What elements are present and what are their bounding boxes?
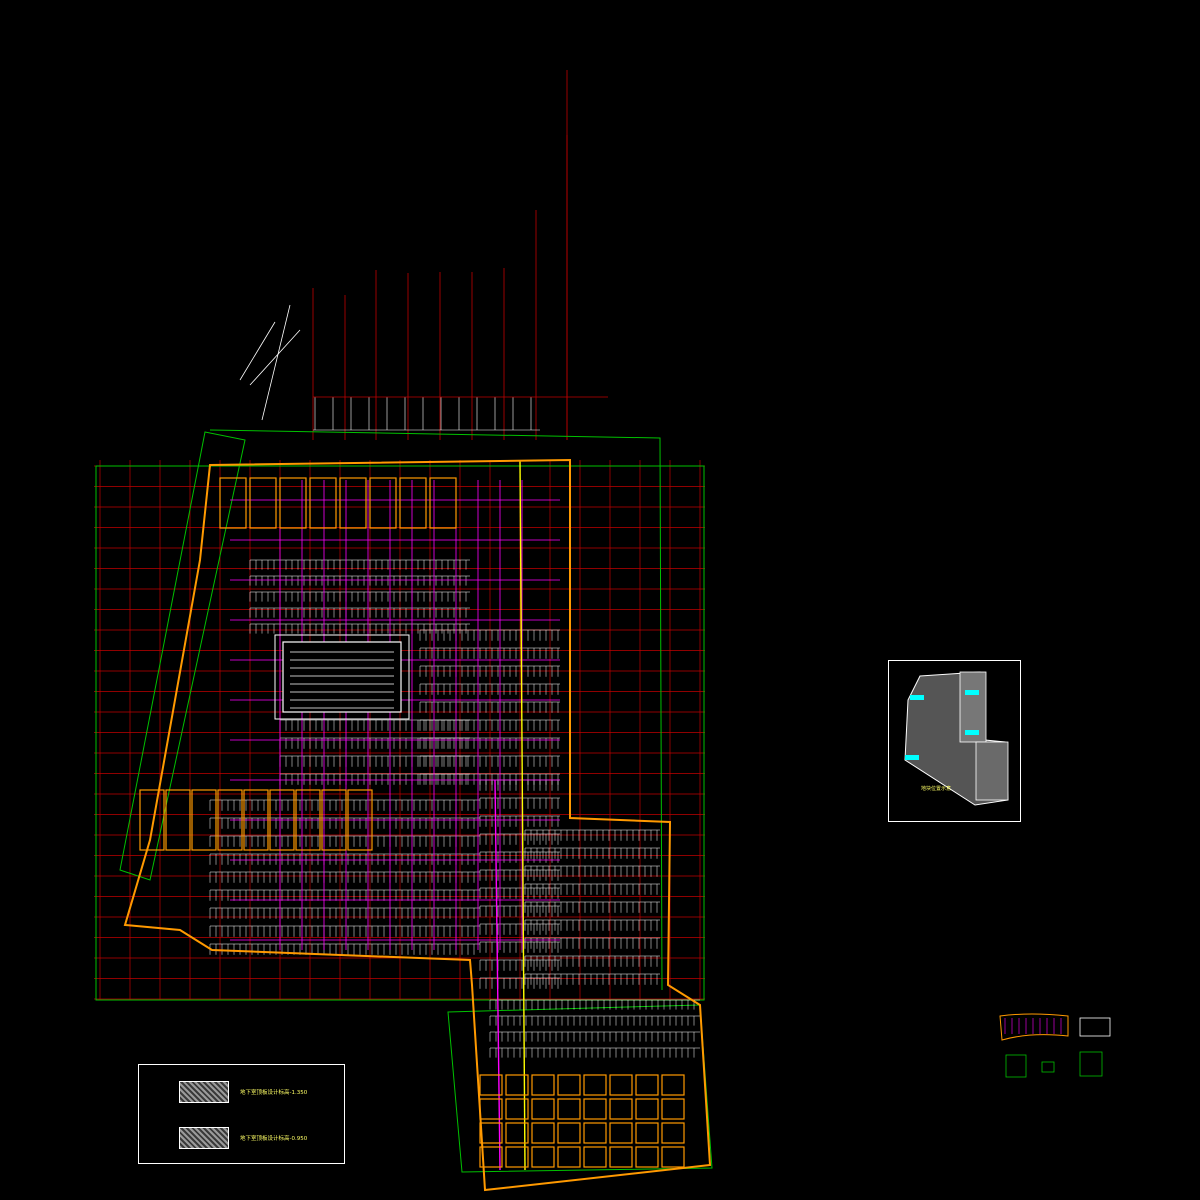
detail-thumbnail [999,1013,1111,1078]
thumb-plan [999,1013,1069,1041]
thumb-frame [1079,1017,1111,1037]
room-outline [531,1146,555,1168]
diagonal-extension-line [239,321,276,381]
building-outline-frame [95,429,713,1173]
legend-row-1: 地下室顶板设计标高-1.350 [179,1081,307,1103]
diagonal-extension-line [249,329,301,386]
keyplan-box: 地块位置示意 [888,660,1021,822]
room-outline [165,789,191,851]
room-outline [399,477,427,529]
room-outline [583,1122,607,1144]
cad-drawing-canvas [94,70,1111,1192]
keyplan-caption: 地块位置示意 [921,786,952,792]
axis-grid-lines [94,460,705,1000]
legend-box: 地下室顶板设计标高-1.350 地下室顶板设计标高-0.950 [138,1064,345,1164]
pool-outline [274,634,410,720]
room-outline [661,1146,685,1168]
room-outline [635,1074,659,1096]
pool-outline [282,641,402,713]
legend-hatch-swatch [179,1127,229,1149]
legend-label: 地下室顶板设计标高-1.350 [240,1090,308,1096]
room-outline [635,1146,659,1168]
room-outline [219,477,247,529]
legend-hatch-swatch [179,1081,229,1103]
room-outline [249,477,277,529]
legend-row-2: 地下室顶板设计标高-0.950 [179,1127,307,1149]
main-pipe [494,779,501,1171]
room-outline [339,477,367,529]
room-outline [479,1122,503,1144]
room-outline [609,1074,633,1096]
extension-lines [239,70,608,440]
room-outline [661,1122,685,1144]
room-outline [557,1122,581,1144]
room-outline [531,1122,555,1144]
legend-label: 地下室顶板设计标高-0.950 [240,1136,308,1142]
room-outline [531,1074,555,1096]
room-outline [635,1098,659,1120]
frame-line [209,429,663,991]
room-outline [661,1098,685,1120]
room-outline [609,1098,633,1120]
room-outline [139,789,165,851]
room-outline [661,1074,685,1096]
diagonal-extension-line [261,304,291,421]
main-pipe [519,459,526,1171]
room-outline [531,1098,555,1120]
thumb-detail [1079,1051,1103,1077]
room-outline [309,477,337,529]
room-outline [583,1098,607,1120]
room-outline [609,1122,633,1144]
thumb-detail [1005,1054,1027,1078]
room-outline [609,1146,633,1168]
room-outline [583,1074,607,1096]
room-outline [557,1098,581,1120]
room-outline [635,1122,659,1144]
room-outline [557,1146,581,1168]
thumb-detail [1041,1061,1055,1073]
room-outline [191,789,217,851]
room-outline [583,1146,607,1168]
room-outline [557,1074,581,1096]
room-outline [369,477,397,529]
